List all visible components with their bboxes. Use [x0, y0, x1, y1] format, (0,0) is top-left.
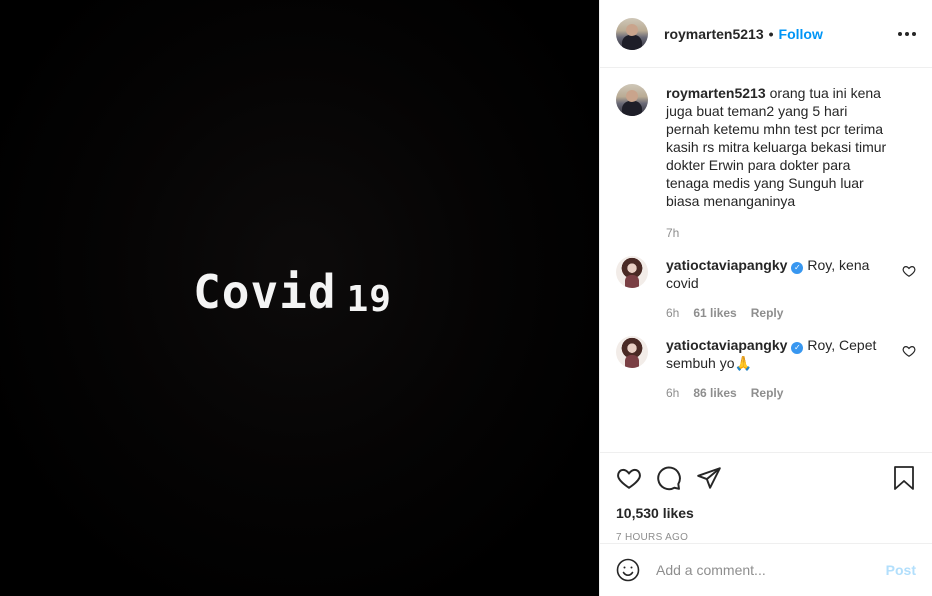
- verified-badge-icon: ✓: [791, 262, 804, 274]
- comment-time[interactable]: 6h: [666, 306, 679, 320]
- caption-text: roymarten5213 orang tua ini kena juga bua…: [666, 84, 888, 210]
- caption-body: orang tua ini kena juga buat teman2 yang…: [666, 85, 887, 209]
- reply-button[interactable]: Reply: [751, 306, 784, 320]
- comment-likes[interactable]: 61 likes: [693, 306, 736, 320]
- instagram-post: Covid 19 roymarten5213 • Follow roymarten…: [0, 0, 932, 596]
- reply-button[interactable]: Reply: [751, 386, 784, 400]
- comment-like-heart-icon[interactable]: [902, 264, 916, 278]
- comment-like-heart-icon[interactable]: [902, 344, 916, 358]
- caption-meta: 7h: [666, 226, 888, 240]
- header-separator: •: [768, 25, 774, 42]
- comment-username[interactable]: yatioctaviapangky: [666, 337, 787, 353]
- media-caption-text: Covid 19: [193, 265, 392, 320]
- caption-username[interactable]: roymarten5213: [666, 85, 766, 101]
- avatar[interactable]: [616, 256, 648, 288]
- avatar[interactable]: [616, 17, 648, 50]
- media-title-small: 19: [346, 279, 392, 320]
- avatar[interactable]: [616, 84, 648, 116]
- comment-text: yatioctaviapangky ✓ Roy, kena covid: [666, 256, 888, 292]
- add-comment-bar: Post: [600, 543, 932, 596]
- heart-icon[interactable]: [616, 465, 642, 491]
- post-comment-button[interactable]: Post: [886, 562, 916, 578]
- media-title-big: Covid: [193, 265, 337, 319]
- emoji-icon[interactable]: [616, 558, 640, 582]
- comment-meta: 6h 61 likes Reply: [666, 306, 888, 320]
- header-username[interactable]: roymarten5213: [664, 26, 764, 42]
- comment-username[interactable]: yatioctaviapangky: [666, 257, 787, 273]
- avatar[interactable]: [616, 336, 648, 368]
- action-icons: [616, 463, 916, 493]
- post-media[interactable]: Covid 19: [0, 0, 599, 596]
- comment-item: yatioctaviapangky ✓ Roy, Cepet sembuh yo🙏 …: [616, 336, 916, 400]
- comment-meta: 6h 86 likes Reply: [666, 386, 888, 400]
- comment-likes[interactable]: 86 likes: [693, 386, 736, 400]
- add-comment-input[interactable]: [656, 562, 886, 578]
- follow-button[interactable]: Follow: [779, 26, 823, 42]
- comment-time[interactable]: 6h: [666, 386, 679, 400]
- likes-count[interactable]: 10,530 likes: [616, 505, 916, 521]
- comment-icon[interactable]: [656, 465, 682, 491]
- comments-list: roymarten5213 orang tua ini kena juga bua…: [600, 68, 932, 452]
- comment-text: yatioctaviapangky ✓ Roy, Cepet sembuh yo🙏: [666, 336, 888, 372]
- more-options-icon[interactable]: [898, 31, 916, 36]
- verified-badge-icon: ✓: [791, 342, 804, 354]
- caption-time[interactable]: 7h: [666, 226, 679, 240]
- share-icon[interactable]: [696, 465, 722, 491]
- caption-item: roymarten5213 orang tua ini kena juga bua…: [616, 84, 916, 240]
- post-header: roymarten5213 • Follow: [600, 0, 932, 68]
- post-timestamp[interactable]: 7 HOURS AGO: [616, 532, 916, 543]
- bookmark-icon[interactable]: [892, 465, 916, 491]
- post-side-panel: roymarten5213 • Follow roymarten5213 oran…: [599, 0, 932, 596]
- comment-item: yatioctaviapangky ✓ Roy, kena covid 6h 61 …: [616, 256, 916, 320]
